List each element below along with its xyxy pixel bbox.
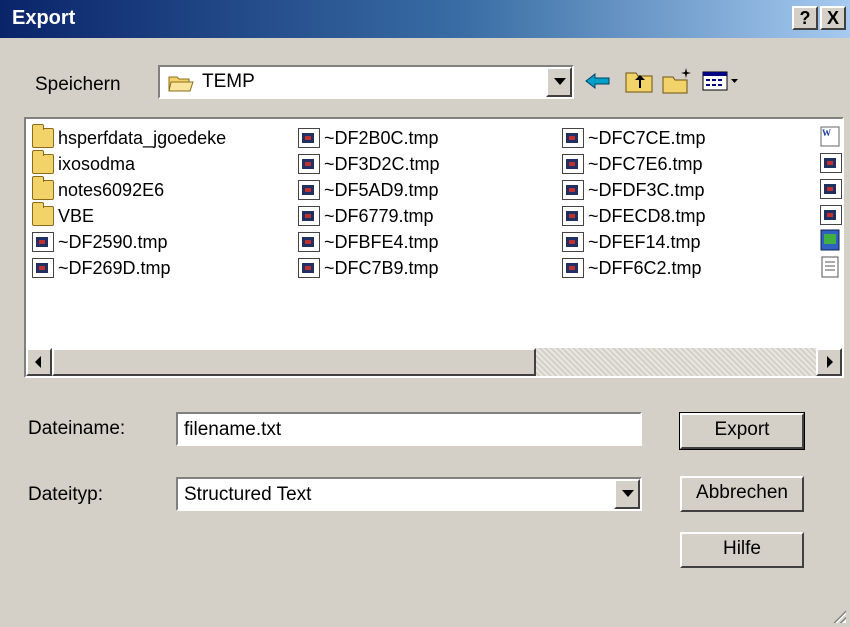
resize-grip-icon[interactable] [832, 609, 846, 623]
list-item[interactable]: VBE [32, 202, 94, 229]
tmp-file-icon [32, 258, 54, 278]
back-arrow-icon[interactable] [582, 66, 616, 96]
list-item[interactable]: ~DFC7B9.tmp [298, 255, 439, 281]
list-item[interactable]: ~DFC7E6.tmp [562, 151, 703, 177]
scrollbar-thumb[interactable] [52, 348, 536, 376]
list-item[interactable]: ~DFC7CE.tmp [562, 125, 706, 151]
list-item[interactable]: ~DF269D.tmp [32, 255, 171, 281]
tmp-file-icon [298, 180, 320, 200]
chevron-down-icon [554, 78, 566, 85]
list-item[interactable]: ~DF5AD9.tmp [298, 177, 439, 203]
list-item[interactable]: ~DF3D2C.tmp [298, 151, 440, 177]
help-title-button[interactable]: ? [792, 6, 818, 30]
filename-field[interactable]: filename.txt [176, 412, 642, 446]
horizontal-scrollbar[interactable] [26, 348, 842, 376]
tmp-file-icon [562, 180, 584, 200]
list-item[interactable]: ~DFEF14.tmp [562, 229, 701, 255]
tmp-file-icon [562, 232, 584, 252]
folder-icon [32, 150, 54, 174]
export-button[interactable]: Export [679, 412, 805, 450]
folder-open-icon [168, 73, 194, 93]
close-title-button[interactable]: X [820, 6, 846, 30]
save-in-dropdown-button[interactable] [546, 67, 572, 97]
list-item[interactable]: ~DF6779.tmp [298, 203, 434, 229]
tmp-file-icon [298, 128, 320, 148]
cancel-button[interactable]: Abbrechen [680, 476, 804, 512]
list-item[interactable]: hsperfdata_jgoedeke [32, 124, 226, 151]
tmp-file-icon [298, 258, 320, 278]
tmp-file-icon [562, 128, 584, 148]
tmp-file-icon [32, 232, 54, 252]
save-in-value: TEMP [202, 71, 255, 92]
title-bar: Export ? X [0, 0, 850, 38]
save-in-label: Speichern [35, 74, 121, 95]
filetype-value: Structured Text [184, 484, 312, 505]
text-file-icon [820, 256, 840, 278]
list-item[interactable]: ixosodma [32, 150, 135, 177]
list-item[interactable]: ~DFECD8.tmp [562, 203, 706, 229]
view-menu-icon[interactable] [700, 66, 744, 96]
tmp-file-icon [298, 232, 320, 252]
list-item[interactable]: ~DFDF3C.tmp [562, 177, 705, 203]
scroll-left-button[interactable] [26, 348, 52, 376]
tmp-file-icon [298, 154, 320, 174]
tmp-file-icon [562, 154, 584, 174]
new-folder-icon[interactable] [660, 66, 694, 96]
list-item[interactable]: ~DF2B0C.tmp [298, 125, 439, 151]
filetype-dropdown-button[interactable] [614, 479, 640, 509]
list-item[interactable]: notes6092E6 [32, 176, 164, 203]
list-item[interactable]: ~DF2590.tmp [32, 229, 168, 255]
arrow-right-icon [827, 356, 833, 368]
save-in-combo[interactable]: TEMP [158, 65, 574, 99]
tmp-file-icon [820, 153, 842, 173]
tmp-file-icon [562, 258, 584, 278]
filetype-label: Dateityp: [28, 484, 103, 505]
filetype-select[interactable]: Structured Text [176, 477, 642, 511]
up-folder-icon[interactable] [622, 66, 656, 96]
folder-icon [32, 176, 54, 200]
svg-text:W: W [822, 128, 831, 138]
filename-value: filename.txt [184, 419, 282, 440]
chevron-down-icon [622, 490, 634, 497]
shortcut-icon [820, 229, 840, 251]
word-doc-icon: W [820, 125, 840, 147]
filename-label: Dateiname: [28, 418, 126, 439]
tmp-file-icon [820, 179, 842, 199]
window-title: Export [12, 7, 76, 29]
folder-icon [32, 124, 54, 148]
folder-icon [32, 202, 54, 226]
list-item[interactable]: ~DFBFE4.tmp [298, 229, 439, 255]
scroll-right-button[interactable] [816, 348, 842, 376]
file-list[interactable]: hsperfdata_jgoedeke ixosodma notes6092E6… [24, 117, 844, 378]
tmp-file-icon [562, 206, 584, 226]
help-button[interactable]: Hilfe [680, 532, 804, 568]
tmp-file-icon [820, 205, 842, 225]
list-item[interactable]: ~DFF6C2.tmp [562, 255, 702, 281]
tmp-file-icon [298, 206, 320, 226]
arrow-left-icon [35, 356, 41, 368]
